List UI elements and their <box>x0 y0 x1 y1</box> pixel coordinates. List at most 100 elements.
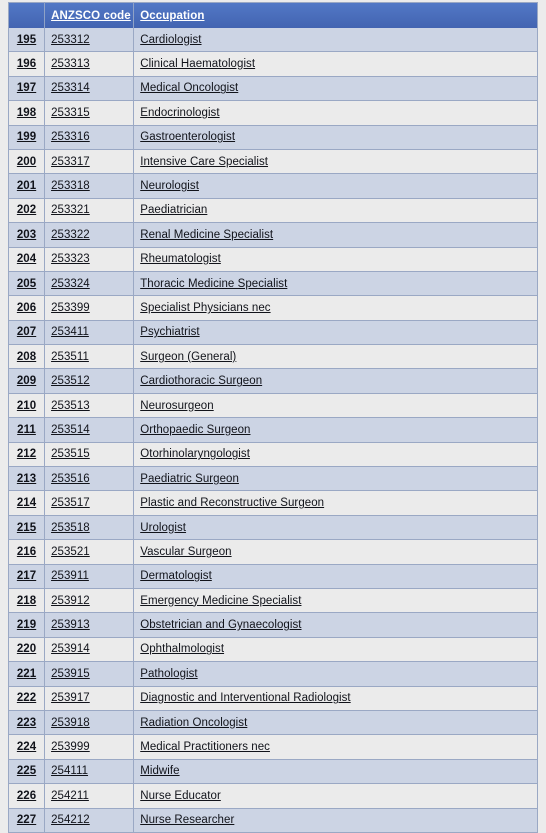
table-row[interactable]: 213 253516 Paediatric Surgeon <box>8 466 538 492</box>
occupation-cell[interactable]: Plastic and Reconstructive Surgeon <box>133 490 538 516</box>
anzsco-code-cell[interactable]: 253516 <box>44 466 135 492</box>
occupation-cell[interactable]: Intensive Care Specialist <box>133 149 538 175</box>
occupation-cell[interactable]: Orthopaedic Surgeon <box>133 417 538 443</box>
anzsco-code-cell[interactable]: 253317 <box>44 149 135 175</box>
anzsco-code-cell[interactable]: 253912 <box>44 588 135 614</box>
table-row[interactable]: 221 253915 Pathologist <box>8 661 538 687</box>
table-row[interactable]: 226 254211 Nurse Educator <box>8 783 538 809</box>
table-row[interactable]: 223 253918 Radiation Oncologist <box>8 710 538 736</box>
anzsco-code-cell[interactable]: 253514 <box>44 417 135 443</box>
anzsco-code-cell[interactable]: 253911 <box>44 564 135 589</box>
row-index-cell: 200 <box>8 149 46 175</box>
anzsco-code-cell[interactable]: 253511 <box>44 344 135 370</box>
occupation-cell[interactable]: Cardiothoracic Surgeon <box>133 368 538 394</box>
anzsco-code-cell[interactable]: 254111 <box>44 759 135 785</box>
table-row[interactable]: 225 254111 Midwife <box>8 759 538 785</box>
table-row[interactable]: 204 253323 Rheumatologist <box>8 247 538 272</box>
anzsco-code-cell[interactable]: 253315 <box>44 100 135 126</box>
table-row[interactable]: 202 253321 Paediatrician <box>8 198 538 224</box>
anzsco-code-cell[interactable]: 253314 <box>44 76 135 102</box>
occupation-cell[interactable]: Psychiatrist <box>133 320 538 346</box>
anzsco-code-cell[interactable]: 253513 <box>44 393 135 419</box>
table-row[interactable]: 215 253518 Urologist <box>8 515 538 541</box>
table-row[interactable]: 211 253514 Orthopaedic Surgeon <box>8 417 538 443</box>
anzsco-code-cell[interactable]: 253521 <box>44 539 135 565</box>
table-row[interactable]: 210 253513 Neurosurgeon <box>8 393 538 419</box>
anzsco-code-cell[interactable]: 253316 <box>44 125 135 150</box>
anzsco-code-cell[interactable]: 253324 <box>44 271 135 297</box>
table-row[interactable]: 212 253515 Otorhinolaryngologist <box>8 442 538 468</box>
anzsco-code-cell[interactable]: 253323 <box>44 247 135 272</box>
table-row[interactable]: 219 253913 Obstetrician and Gynaecologist <box>8 612 538 638</box>
anzsco-code-cell[interactable]: 253915 <box>44 661 135 687</box>
occupation-cell[interactable]: Gastroenterologist <box>133 125 538 150</box>
table-row[interactable]: 198 253315 Endocrinologist <box>8 100 538 126</box>
occupation-cell[interactable]: Paediatric Surgeon <box>133 466 538 492</box>
anzsco-code-cell[interactable]: 253322 <box>44 222 135 248</box>
table-row[interactable]: 218 253912 Emergency Medicine Specialist <box>8 588 538 614</box>
occupation-cell[interactable]: Radiation Oncologist <box>133 710 538 736</box>
anzsco-code-cell[interactable]: 253914 <box>44 637 135 663</box>
anzsco-code-cell[interactable]: 253999 <box>44 734 135 760</box>
table-row[interactable]: 222 253917 Diagnostic and Interventional R… <box>8 686 538 711</box>
occupation-cell[interactable]: Emergency Medicine Specialist <box>133 588 538 614</box>
anzsco-code-cell[interactable]: 253312 <box>44 28 135 53</box>
occupation-cell[interactable]: Diagnostic and Interventional Radiologis… <box>133 686 538 711</box>
occupation-cell[interactable]: Endocrinologist <box>133 100 538 126</box>
occupation-cell[interactable]: Rheumatologist <box>133 247 538 272</box>
anzsco-code-cell[interactable]: 253313 <box>44 51 135 77</box>
occupation-cell[interactable]: Urologist <box>133 515 538 541</box>
row-index-cell: 211 <box>8 417 46 443</box>
table-row[interactable]: 220 253914 Ophthalmologist <box>8 637 538 663</box>
table-row[interactable]: 214 253517 Plastic and Reconstructive Surg… <box>8 490 538 516</box>
occupation-cell[interactable]: Ophthalmologist <box>133 637 538 663</box>
anzsco-code-cell[interactable]: 253318 <box>44 173 135 199</box>
table-row[interactable]: 217 253911 Dermatologist <box>8 564 538 589</box>
occupation-cell[interactable]: Medical Practitioners nec <box>133 734 538 760</box>
occupation-cell[interactable]: Vascular Surgeon <box>133 539 538 565</box>
occupation-cell[interactable]: Neurologist <box>133 173 538 199</box>
occupation-cell[interactable]: Medical Oncologist <box>133 76 538 102</box>
column-header-occupation[interactable]: Occupation <box>134 3 538 29</box>
anzsco-code-cell[interactable]: 253913 <box>44 612 135 638</box>
occupation-cell[interactable]: Renal Medicine Specialist <box>133 222 538 248</box>
occupation-cell[interactable]: Dermatologist <box>133 564 538 589</box>
column-header-anzsco-code[interactable]: ANZSCO code <box>44 2 135 28</box>
table-row[interactable]: 206 253399 Specialist Physicians nec <box>8 295 538 321</box>
occupation-cell[interactable]: Obstetrician and Gynaecologist <box>133 612 538 638</box>
occupation-cell[interactable]: Neurosurgeon <box>133 393 538 419</box>
anzsco-code-cell[interactable]: 253918 <box>44 710 135 736</box>
table-row[interactable]: 195 253312 Cardiologist <box>8 28 538 53</box>
table-row[interactable]: 197 253314 Medical Oncologist <box>8 76 538 102</box>
table-row[interactable]: 201 253318 Neurologist <box>8 173 538 199</box>
table-row[interactable]: 200 253317 Intensive Care Specialist <box>8 149 538 175</box>
table-row[interactable]: 203 253322 Renal Medicine Specialist <box>8 222 538 248</box>
occupation-cell[interactable]: Specialist Physicians nec <box>133 295 538 321</box>
anzsco-code-cell[interactable]: 253399 <box>44 295 135 321</box>
anzsco-code-cell[interactable]: 253917 <box>44 686 135 711</box>
table-row[interactable]: 216 253521 Vascular Surgeon <box>8 539 538 565</box>
table-row[interactable]: 199 253316 Gastroenterologist <box>8 125 538 150</box>
occupation-cell[interactable]: Cardiologist <box>133 28 538 53</box>
table-row[interactable]: 196 253313 Clinical Haematologist <box>8 51 538 77</box>
anzsco-code-cell[interactable]: 253517 <box>44 490 135 516</box>
occupation-cell[interactable]: Pathologist <box>133 661 538 687</box>
occupation-cell[interactable]: Midwife <box>133 759 538 785</box>
table-row[interactable]: 209 253512 Cardiothoracic Surgeon <box>8 368 538 394</box>
occupation-cell[interactable]: Clinical Haematologist <box>133 51 538 77</box>
table-row[interactable]: 208 253511 Surgeon (General) <box>8 344 538 370</box>
table-row[interactable]: 205 253324 Thoracic Medicine Specialist <box>8 271 538 297</box>
anzsco-code-cell[interactable]: 253321 <box>44 198 135 224</box>
occupation-cell[interactable]: Thoracic Medicine Specialist <box>133 271 538 297</box>
anzsco-code-cell[interactable]: 254211 <box>44 783 135 809</box>
anzsco-code-cell[interactable]: 253512 <box>44 368 135 394</box>
anzsco-code-cell[interactable]: 253515 <box>44 442 135 468</box>
occupation-cell[interactable]: Surgeon (General) <box>133 344 538 370</box>
table-row[interactable]: 207 253411 Psychiatrist <box>8 320 538 346</box>
anzsco-code-cell[interactable]: 253411 <box>44 320 135 346</box>
anzsco-code-cell[interactable]: 253518 <box>44 515 135 541</box>
table-row[interactable]: 224 253999 Medical Practitioners nec <box>8 734 538 760</box>
occupation-cell[interactable]: Nurse Educator <box>133 783 538 809</box>
occupation-cell[interactable]: Paediatrician <box>133 198 538 224</box>
occupation-cell[interactable]: Otorhinolaryngologist <box>133 442 538 468</box>
